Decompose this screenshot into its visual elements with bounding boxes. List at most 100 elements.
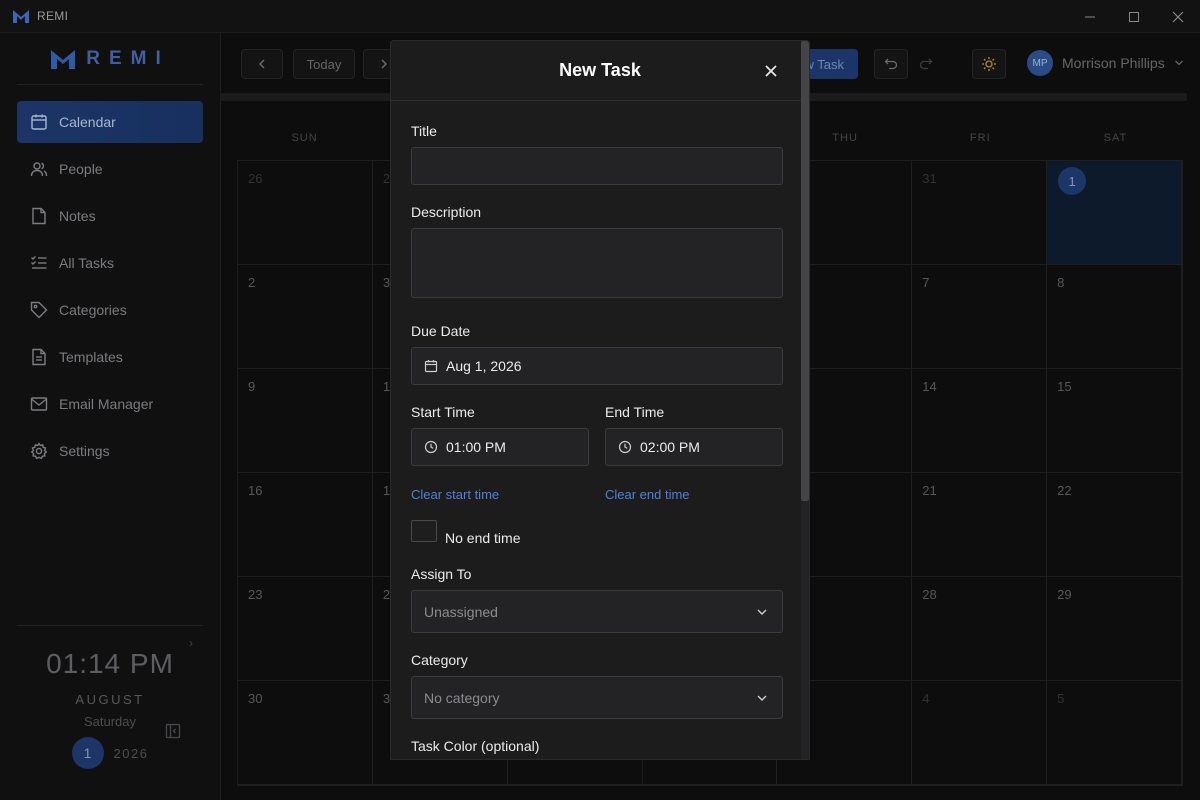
start-time-field[interactable]: 01:00 PM bbox=[411, 428, 589, 466]
dialog-close-button[interactable] bbox=[761, 61, 781, 81]
sidebar-item-all-tasks[interactable]: All Tasks bbox=[17, 242, 203, 284]
clear-start-time-link[interactable]: Clear start time bbox=[411, 487, 499, 502]
user-menu[interactable]: MP Morrison Phillips bbox=[1027, 50, 1184, 76]
theme-toggle-button[interactable] bbox=[972, 49, 1006, 79]
calendar-day-cell[interactable]: 9 bbox=[238, 369, 373, 473]
minimize-icon bbox=[1085, 16, 1095, 17]
window-titlebar: REMI bbox=[0, 0, 1200, 33]
redo-button[interactable] bbox=[910, 49, 942, 79]
calendar-day-cell[interactable]: 21 bbox=[912, 473, 1048, 577]
maximize-icon bbox=[1129, 11, 1139, 22]
calendar-icon bbox=[29, 112, 49, 132]
sidebar-item-email-manager[interactable]: Email Manager bbox=[17, 383, 203, 425]
calendar-day-cell[interactable]: 31 bbox=[912, 161, 1048, 265]
calendar-day-cell[interactable]: 26 bbox=[238, 161, 373, 265]
calendar-day-cell[interactable]: 15 bbox=[1047, 369, 1182, 473]
calendar-day-cell[interactable]: 8 bbox=[1047, 265, 1182, 369]
notes-icon bbox=[29, 206, 49, 226]
window-title: REMI bbox=[37, 9, 69, 23]
day-number: 2 bbox=[382, 171, 391, 186]
sidebar-item-templates[interactable]: Templates bbox=[17, 336, 203, 378]
no-end-time-checkbox[interactable] bbox=[411, 520, 437, 542]
assign-to-label: Assign To bbox=[411, 566, 472, 582]
calendar-day-cell[interactable]: 5 bbox=[1047, 681, 1182, 785]
today-button[interactable]: Today bbox=[293, 49, 355, 79]
gear-icon bbox=[29, 441, 49, 461]
maximize-button[interactable] bbox=[1112, 0, 1156, 33]
due-date-field[interactable]: Aug 1, 2026 bbox=[411, 347, 783, 385]
people-icon bbox=[29, 159, 49, 179]
sidebar-item-people[interactable]: People bbox=[17, 148, 203, 190]
current-time: 01:14 PM bbox=[46, 648, 174, 679]
template-icon bbox=[29, 347, 49, 367]
redo-icon bbox=[919, 58, 933, 70]
no-end-time-label: No end time bbox=[445, 530, 521, 546]
day-number: 7 bbox=[922, 275, 930, 290]
calendar-day-cell[interactable]: 28 bbox=[912, 577, 1048, 681]
due-date-label: Due Date bbox=[411, 323, 471, 339]
day-number: 4 bbox=[922, 691, 930, 706]
calendar-day-cell[interactable]: 29 bbox=[1047, 577, 1182, 681]
assign-to-select[interactable]: Unassigned bbox=[411, 590, 783, 633]
close-window-button[interactable] bbox=[1156, 0, 1200, 33]
day-number: 1 bbox=[382, 483, 391, 498]
category-select[interactable]: No category bbox=[411, 676, 783, 719]
sidebar-item-categories[interactable]: Categories bbox=[17, 289, 203, 331]
sidebar-item-calendar[interactable]: Calendar bbox=[17, 101, 203, 143]
prev-button[interactable] bbox=[241, 49, 283, 79]
remi-logo-icon bbox=[51, 49, 76, 69]
clock-icon bbox=[618, 440, 632, 454]
sidebar-item-label: Email Manager bbox=[59, 396, 154, 412]
day-number: 9 bbox=[248, 379, 256, 394]
avatar: MP bbox=[1027, 50, 1053, 76]
title-label: Title bbox=[411, 123, 437, 139]
end-time-field[interactable]: 02:00 PM bbox=[605, 428, 783, 466]
sidebar-nav: Calendar People Notes All Tasks Categori… bbox=[0, 101, 220, 472]
day-number: 5 bbox=[1057, 691, 1065, 706]
chevron-down-icon bbox=[1174, 60, 1183, 66]
mail-icon bbox=[29, 394, 49, 414]
new-task-dialog: New Task Title Description Due Date Aug … bbox=[390, 40, 810, 760]
calendar-day-cell[interactable]: 22 bbox=[1047, 473, 1182, 577]
minimize-button[interactable] bbox=[1068, 0, 1112, 33]
calendar-day-cell[interactable]: 1 bbox=[1047, 161, 1182, 265]
chevron-right-icon[interactable]: › bbox=[189, 636, 193, 650]
collapse-sidebar-icon[interactable] bbox=[165, 723, 181, 744]
day-number: 1 bbox=[382, 379, 391, 394]
task-color-swatch[interactable] bbox=[411, 759, 443, 760]
brand-name: REMI bbox=[86, 47, 170, 69]
clock-icon bbox=[424, 440, 438, 454]
calendar-day-cell[interactable]: 14 bbox=[912, 369, 1048, 473]
dialog-title: New Task bbox=[559, 60, 641, 80]
calendar-day-cell[interactable]: 23 bbox=[238, 577, 373, 681]
close-icon bbox=[765, 65, 777, 77]
calendar-day-cell[interactable]: 16 bbox=[238, 473, 373, 577]
day-number: 29 bbox=[1057, 587, 1072, 602]
calendar-icon bbox=[424, 359, 438, 373]
calendar-day-cell[interactable]: 7 bbox=[912, 265, 1048, 369]
calendar-day-cell[interactable]: 4 bbox=[912, 681, 1048, 785]
dialog-scrollbar[interactable] bbox=[801, 41, 809, 759]
description-input[interactable] bbox=[411, 228, 783, 298]
day-number: 14 bbox=[922, 379, 937, 394]
day-number: 8 bbox=[1057, 275, 1065, 290]
day-number: 15 bbox=[1057, 379, 1072, 394]
day-number: 2 bbox=[248, 275, 256, 290]
clear-end-time-link[interactable]: Clear end time bbox=[605, 487, 690, 502]
sidebar-date-panel: › 01:14 PM AUGUST Saturday 1 2026 bbox=[17, 625, 203, 800]
dialog-scroll-thumb[interactable] bbox=[801, 41, 809, 501]
assign-to-value: Unassigned bbox=[424, 603, 498, 620]
chevron-left-icon bbox=[258, 59, 265, 69]
sidebar-item-notes[interactable]: Notes bbox=[17, 195, 203, 237]
calendar-day-cell[interactable]: 2 bbox=[238, 265, 373, 369]
description-label: Description bbox=[411, 204, 482, 220]
day-number: 3 bbox=[382, 275, 391, 290]
sun-icon bbox=[982, 57, 996, 71]
day-number: 3 bbox=[382, 691, 391, 706]
calendar-day-cell[interactable]: 30 bbox=[238, 681, 373, 785]
undo-button[interactable] bbox=[874, 49, 908, 79]
day-number: 16 bbox=[248, 483, 263, 498]
title-input[interactable] bbox=[411, 147, 783, 185]
sidebar-item-settings[interactable]: Settings bbox=[17, 430, 203, 472]
sidebar-item-label: Settings bbox=[59, 443, 110, 459]
